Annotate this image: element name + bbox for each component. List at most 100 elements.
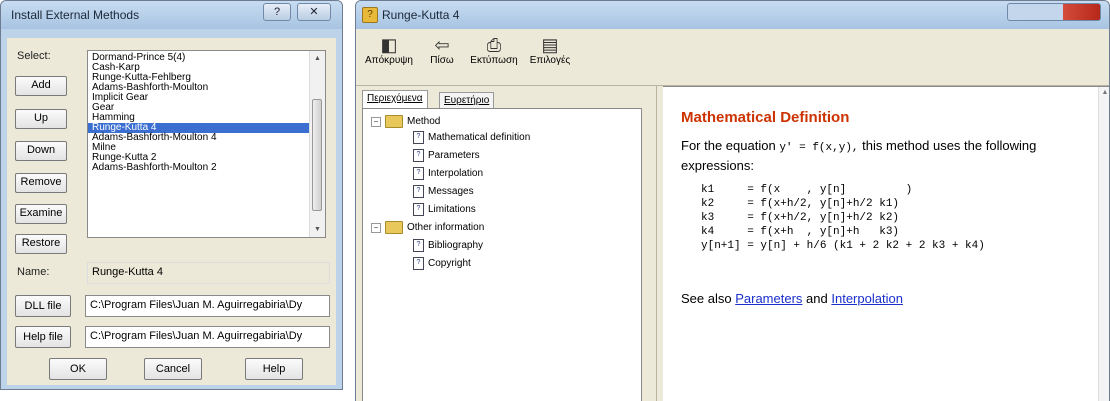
pane-splitter[interactable]: [656, 86, 663, 401]
name-label: Name:: [17, 266, 50, 278]
remove-button[interactable]: Remove: [15, 173, 67, 193]
dll-path-field[interactable]: C:\Program Files\Juan M. Aguirregabiria\…: [85, 295, 330, 317]
add-button[interactable]: Add: [15, 76, 67, 96]
help-toolbar: ◧ Απόκρυψη ⇦ Πίσω ⎙ Εκτύπωση ▤ Επιλογές: [356, 29, 1109, 86]
tree-label: Copyright: [428, 258, 471, 269]
equation-text: y' = f(x,y),: [779, 142, 859, 154]
tree-label: Parameters: [428, 150, 480, 161]
navigation-pane: Περιεχόμενα Ευρετήριο − Method ? Mathema…: [356, 86, 656, 401]
content-pane: Mathematical Definition For the equation…: [663, 86, 1109, 401]
method-item-abm2[interactable]: Adams-Bashforth-Moulton 2: [88, 163, 325, 173]
tree-item-limitations[interactable]: ? Limitations: [413, 203, 476, 216]
collapse-icon[interactable]: −: [371, 222, 381, 233]
open-book-icon: [385, 221, 403, 234]
dll-file-button[interactable]: DLL file: [15, 295, 71, 317]
tab-index[interactable]: Ευρετήριο: [439, 92, 495, 109]
help-app-icon: ?: [362, 7, 378, 23]
tree-node-other-information[interactable]: − Other information: [371, 221, 484, 234]
method-item-abm4[interactable]: Adams-Bashforth-Moulton 4: [88, 133, 325, 143]
and-text: and: [806, 291, 828, 306]
intro-text: this method uses the: [862, 138, 983, 153]
window-controls[interactable]: [1007, 3, 1101, 21]
content-heading: Mathematical Definition: [681, 109, 850, 126]
formula-line: k3 = f(x+h/2, y[n]+h/2 k2): [701, 212, 900, 224]
parameters-link[interactable]: Parameters: [735, 291, 802, 306]
tab-contents[interactable]: Περιεχόμενα: [362, 90, 428, 109]
help-page-icon: ?: [413, 239, 424, 252]
ok-button[interactable]: OK: [49, 358, 107, 380]
tree-label: Other information: [407, 222, 485, 233]
back-button[interactable]: ⇦ Πίσω: [422, 35, 462, 66]
tree-label: Bibliography: [428, 240, 484, 251]
examine-button[interactable]: Examine: [15, 204, 67, 224]
dialog-title: Install External Methods: [11, 8, 140, 22]
name-field: Runge-Kutta 4: [87, 262, 330, 284]
options-button[interactable]: ▤ Επιλογές: [524, 35, 576, 66]
tree-label: Interpolation: [428, 168, 484, 179]
formula-line: y[n+1] = y[n] + h/6 (k1 + 2 k2 + 2 k3 + …: [701, 240, 985, 252]
help-page-icon: ?: [413, 149, 424, 162]
help-window-title: Runge-Kutta 4: [382, 8, 460, 22]
print-button[interactable]: ⎙ Εκτύπωση: [466, 35, 522, 66]
hide-button[interactable]: ◧ Απόκρυψη: [362, 35, 416, 66]
print-label: Εκτύπωση: [470, 55, 518, 66]
help-page-icon: ?: [413, 257, 424, 270]
formula-line: k4 = f(x+h , y[n]+h k3): [701, 226, 900, 238]
methods-scrollbar[interactable]: ▲ ▼: [309, 51, 325, 237]
help-titlebar: ? Runge-Kutta 4: [356, 1, 1109, 29]
restore-button[interactable]: Restore: [15, 234, 67, 254]
see-also-line: See also Parameters and Interpolation: [681, 291, 903, 306]
collapse-icon[interactable]: −: [371, 116, 381, 127]
dialog-titlebar: Install External Methods ? ✕: [1, 1, 342, 29]
method-item-implicit-gear[interactable]: Implicit Gear: [88, 93, 325, 103]
scroll-down-arrow-icon[interactable]: ▼: [310, 222, 325, 237]
tree-item-bibliography[interactable]: ? Bibliography: [413, 239, 483, 252]
cancel-button[interactable]: Cancel: [144, 358, 202, 380]
options-label: Επιλογές: [529, 55, 571, 66]
tree-item-messages[interactable]: ? Messages: [413, 185, 474, 198]
intro-paragraph: For the equation y' = f(x,y), this metho…: [681, 137, 1086, 174]
close-title-button[interactable]: ✕: [297, 3, 331, 21]
interpolation-link[interactable]: Interpolation: [831, 291, 903, 306]
hide-label: Απόκρυψη: [365, 55, 413, 66]
tree-item-copyright[interactable]: ? Copyright: [413, 257, 471, 270]
see-also-text: See also: [681, 291, 732, 306]
scroll-up-arrow-icon[interactable]: ▲: [310, 51, 325, 66]
help-title-button[interactable]: ?: [263, 3, 291, 21]
methods-listbox[interactable]: Dormand-Prince 5(4) Cash-Karp Runge-Kutt…: [87, 50, 326, 238]
formula-block: k1 = f(x , y[n] ) k2 = f(x+h/2, y[n]+h/2…: [701, 184, 985, 254]
scroll-thumb[interactable]: [312, 99, 322, 211]
select-label: Select:: [17, 50, 51, 62]
print-icon: ⎙: [486, 35, 502, 55]
help-button[interactable]: Help: [245, 358, 303, 380]
options-icon: ▤: [541, 35, 559, 55]
scroll-up-arrow-icon[interactable]: ▲: [1099, 87, 1109, 99]
tree-label: Limitations: [428, 204, 476, 215]
back-arrow-icon: ⇦: [434, 35, 450, 55]
help-file-button[interactable]: Help file: [15, 326, 71, 348]
help-page-icon: ?: [413, 203, 424, 216]
tree-node-method[interactable]: − Method: [371, 115, 440, 128]
tree-label: Messages: [428, 186, 474, 197]
hide-icon: ◧: [380, 35, 398, 55]
down-button[interactable]: Down: [15, 141, 67, 161]
tree-item-mathematical-definition[interactable]: ? Mathematical definition: [413, 131, 530, 144]
tree-label: Method: [407, 116, 441, 127]
tree-item-interpolation[interactable]: ? Interpolation: [413, 167, 483, 180]
tree-item-parameters[interactable]: ? Parameters: [413, 149, 480, 162]
help-page-icon: ?: [413, 185, 424, 198]
install-methods-dialog: Install External Methods ? ✕ Select: Add…: [0, 0, 343, 390]
dialog-client: Select: Add Up Down Remove Examine Resto…: [7, 38, 336, 385]
formula-line: k2 = f(x+h/2, y[n]+h/2 k1): [701, 198, 900, 210]
contents-tree: − Method ? Mathematical definition ? Par…: [362, 108, 642, 401]
open-book-icon: [385, 115, 403, 128]
up-button[interactable]: Up: [15, 109, 67, 129]
help-path-field[interactable]: C:\Program Files\Juan M. Aguirregabiria\…: [85, 326, 330, 348]
help-window: ? Runge-Kutta 4 ◧ Απόκρυψη ⇦ Πίσω ⎙ Εκτύ…: [355, 0, 1110, 401]
content-scrollbar[interactable]: ▲: [1098, 87, 1109, 401]
tree-label: Mathematical definition: [428, 132, 531, 143]
back-label: Πίσω: [430, 55, 454, 66]
intro-text: For the equation: [681, 138, 776, 153]
help-page-icon: ?: [413, 131, 424, 144]
formula-line: k1 = f(x , y[n] ): [701, 184, 913, 196]
